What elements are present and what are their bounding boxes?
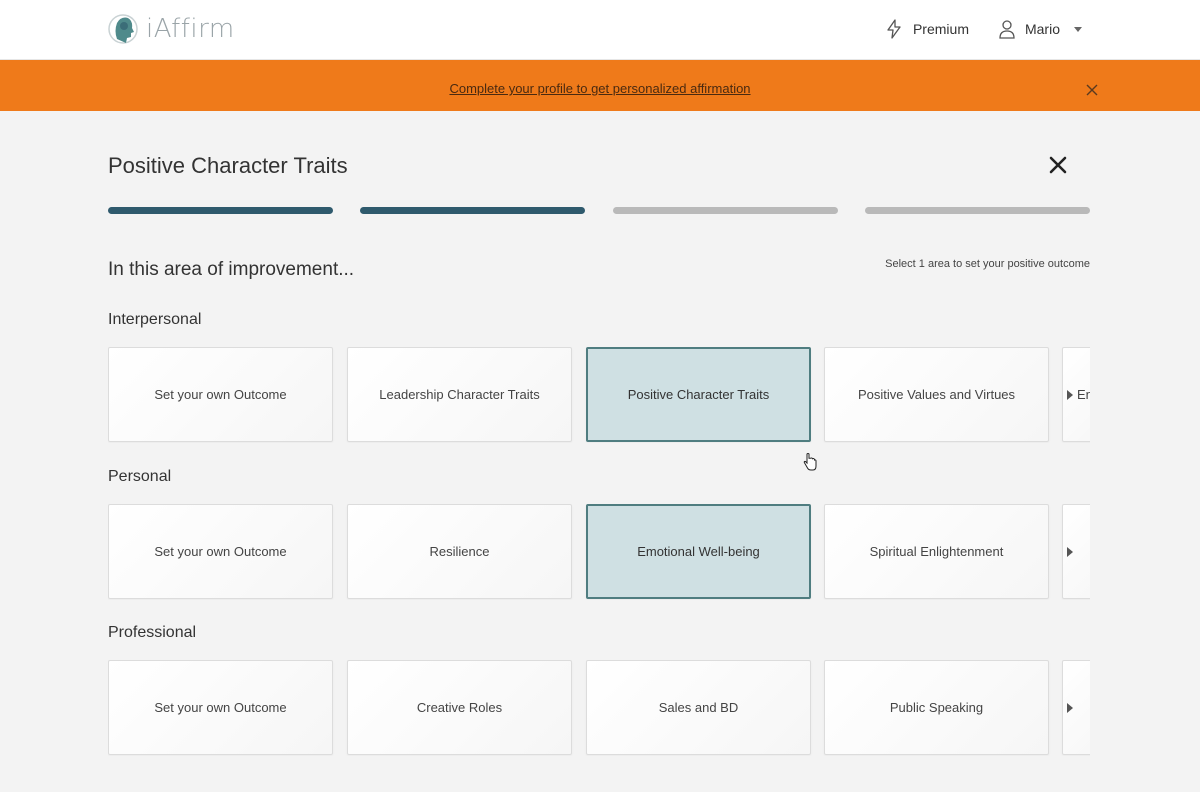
card-positive-values-virtues[interactable]: Positive Values and Virtues [824,347,1049,442]
card-sales-and-bd[interactable]: Sales and BD [586,660,811,755]
step-progress [108,207,1090,214]
card-public-speaking[interactable]: Public Speaking [824,660,1049,755]
progress-step [108,207,333,214]
premium-button[interactable]: Premium [885,19,969,39]
selection-hint: Select 1 area to set your positive outco… [885,258,1090,270]
chevron-down-icon [1074,26,1082,32]
play-icon [1067,389,1073,400]
section-label-professional: Professional [108,624,197,641]
section-label-personal: Personal [108,468,172,485]
head-logo-icon [108,14,138,44]
area-subheading: In this area of improvement... [108,259,355,280]
card-spiritual-enlightenment[interactable]: Spiritual Enlightenment [824,504,1049,599]
premium-label: Premium [912,21,969,37]
close-icon[interactable] [1048,155,1068,175]
card-next-partial[interactable]: En [1062,347,1090,442]
card-next-partial[interactable] [1062,660,1090,755]
card-partial-label: En [1077,387,1090,402]
user-menu[interactable]: Mario [999,19,1082,39]
profile-banner: Complete your profile to get personalize… [0,60,1200,111]
card-emotional-well-being[interactable]: Emotional Well-being [586,504,811,599]
play-icon [1067,702,1073,713]
close-icon[interactable] [1085,83,1099,97]
header-actions: Premium Mario [885,0,1082,58]
top-header: iAffirm Premium Mario [0,0,1200,60]
card-row-personal: Set your own Outcome Resilience Emotiona… [108,504,1090,600]
card-positive-character-traits[interactable]: Positive Character Traits [586,347,811,442]
card-row-interpersonal: Set your own Outcome Leadership Characte… [108,347,1090,443]
app-name: iAffirm [146,14,235,44]
page-title: Positive Character Traits [108,153,348,178]
progress-step [612,207,838,214]
progress-step [864,207,1090,214]
card-resilience[interactable]: Resilience [347,504,572,599]
card-next-partial[interactable] [1062,504,1090,599]
user-name: Mario [1024,21,1060,37]
card-row-professional: Set your own Outcome Creative Roles Sale… [108,660,1090,756]
section-label-interpersonal: Interpersonal [108,311,202,328]
app-logo[interactable]: iAffirm [108,6,235,52]
card-set-own-outcome[interactable]: Set your own Outcome [108,347,333,442]
lightning-icon [887,19,901,39]
hand-cursor-icon [803,453,817,471]
card-set-own-outcome[interactable]: Set your own Outcome [108,504,333,599]
user-icon [999,20,1015,39]
card-creative-roles[interactable]: Creative Roles [347,660,572,755]
play-icon [1067,546,1073,557]
card-set-own-outcome[interactable]: Set your own Outcome [108,660,333,755]
progress-step [360,207,586,214]
complete-profile-link[interactable]: Complete your profile to get personalize… [0,81,1200,96]
card-leadership-character-traits[interactable]: Leadership Character Traits [347,347,572,442]
